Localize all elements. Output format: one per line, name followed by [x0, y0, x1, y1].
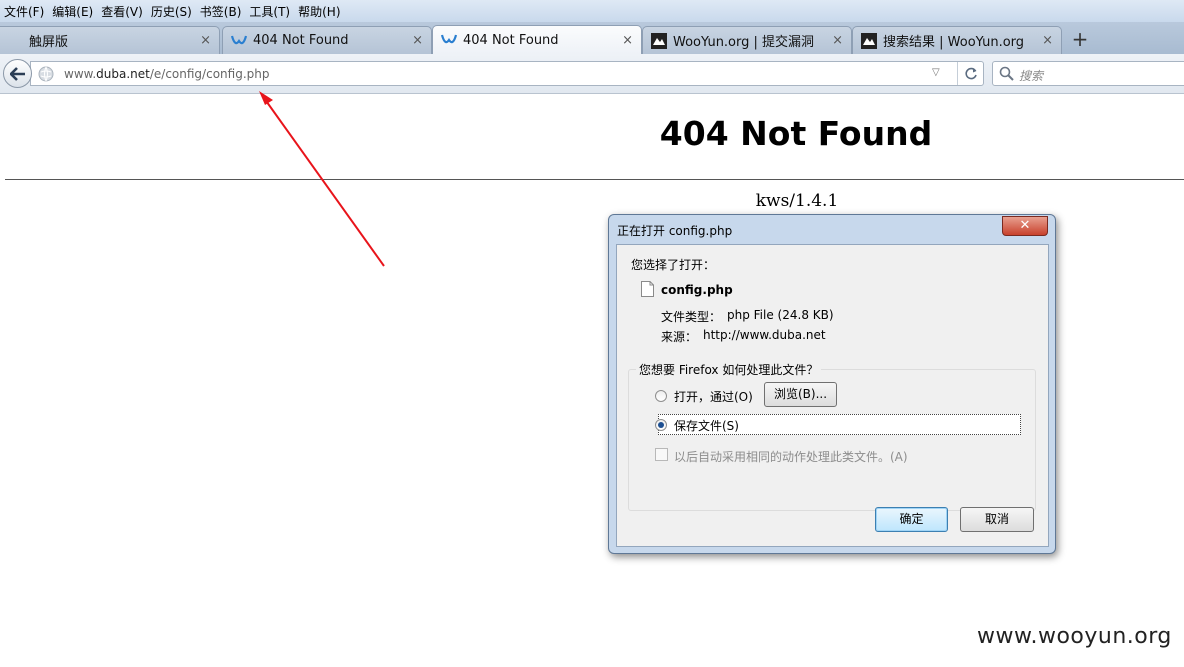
dialog-close-button[interactable]: ✕: [1002, 216, 1048, 236]
search-icon: [999, 66, 1014, 84]
menu-help[interactable]: 帮助(H): [296, 3, 346, 20]
open-with-label[interactable]: 打开，通过(O): [674, 388, 753, 405]
navigation-bar: www.duba.net/e/config/config.php ▽ 搜索: [0, 54, 1184, 94]
tab-label: WooYun.org | 提交漏洞: [673, 35, 815, 50]
menu-file[interactable]: 文件(F): [2, 3, 50, 20]
source-label: 来源：: [661, 330, 698, 344]
kingsoft-logo-icon: [231, 33, 247, 49]
tab-wooyun-search[interactable]: 搜索结果 | WooYun.org ×: [852, 26, 1062, 54]
search-bar[interactable]: 搜索: [992, 61, 1184, 86]
save-file-label[interactable]: 保存文件(S): [674, 417, 739, 434]
tab-strip: 触屏版 × 404 Not Found × 404 Not Found × Wo…: [0, 22, 1184, 54]
tab-label: 404 Not Found: [253, 33, 349, 48]
chosen-label: 您选择了打开：: [631, 258, 716, 272]
wooyun-logo-icon: [651, 32, 667, 49]
cancel-button[interactable]: 取消: [960, 507, 1034, 532]
close-icon[interactable]: ×: [1042, 33, 1053, 48]
file-name: config.php: [661, 283, 733, 297]
source-value: http://www.duba.net: [703, 328, 826, 342]
action-question: 您想要 Firefox 如何处理此文件？: [636, 361, 822, 378]
remember-checkbox[interactable]: [655, 448, 668, 461]
tab-touch-version[interactable]: 触屏版 ×: [0, 26, 220, 54]
back-arrow-icon: [9, 66, 25, 81]
menu-bookmarks[interactable]: 书签(B): [198, 3, 248, 20]
url-path: /e/config/config.php: [149, 67, 270, 81]
address-bar[interactable]: www.duba.net/e/config/config.php ▽: [30, 61, 984, 86]
menu-view[interactable]: 查看(V): [99, 3, 149, 20]
close-icon[interactable]: ×: [622, 33, 633, 48]
tab-404-active[interactable]: 404 Not Found ×: [432, 25, 642, 54]
open-file-dialog: 正在打开 config.php ✕ 您选择了打开： config.php 文件类…: [608, 214, 1056, 554]
close-icon[interactable]: ×: [832, 33, 843, 48]
remember-label: 以后自动采用相同的动作处理此类文件。(A): [674, 450, 908, 464]
reload-icon[interactable]: [957, 62, 984, 85]
file-type-label: 文件类型：: [661, 310, 722, 324]
wooyun-logo-icon: [861, 32, 877, 49]
menu-edit[interactable]: 编辑(E): [50, 3, 99, 20]
tab-label: 404 Not Found: [463, 32, 559, 48]
save-file-radio[interactable]: [655, 419, 667, 431]
menu-history[interactable]: 历史(S): [149, 3, 198, 20]
close-icon[interactable]: ×: [412, 33, 423, 48]
file-icon: [641, 281, 654, 297]
annotation-arrow-icon: [259, 91, 385, 267]
dialog-body: 您选择了打开： config.php 文件类型： php File (24.8 …: [616, 244, 1049, 547]
watermark: www.wooyun.org: [977, 624, 1172, 649]
url-prefix: www.: [64, 67, 97, 81]
tab-label: 触屏版: [29, 35, 69, 50]
open-with-radio[interactable]: [655, 390, 667, 402]
tab-404-first[interactable]: 404 Not Found ×: [222, 26, 432, 54]
menu-tools[interactable]: 工具(T): [247, 3, 296, 20]
dropdown-icon[interactable]: ▽: [932, 67, 940, 78]
page-heading: 404 Not Found: [659, 114, 933, 153]
search-input[interactable]: 搜索: [1019, 67, 1043, 84]
file-type-value: php File (24.8 KB): [727, 308, 834, 322]
dialog-title: 正在打开 config.php: [617, 224, 733, 238]
tab-label: 搜索结果 | WooYun.org: [883, 35, 1025, 50]
globe-icon: [38, 66, 54, 85]
browse-button[interactable]: 浏览(B)...: [764, 382, 837, 407]
tab-wooyun-submit[interactable]: WooYun.org | 提交漏洞 ×: [642, 26, 852, 54]
kingsoft-logo-icon: [441, 32, 457, 48]
close-icon[interactable]: ×: [200, 33, 211, 48]
url-host: duba.net: [96, 67, 150, 81]
back-button[interactable]: [3, 59, 32, 88]
server-signature: kws/1.4.1: [755, 191, 839, 211]
menu-bar: 文件(F) 编辑(E) 查看(V) 历史(S) 书签(B) 工具(T) 帮助(H…: [0, 0, 1184, 22]
url-text[interactable]: www.duba.net/e/config/config.php: [64, 67, 269, 81]
ok-button[interactable]: 确定: [875, 507, 948, 532]
new-tab-button[interactable]: +: [1068, 27, 1092, 51]
divider: [5, 179, 1184, 180]
